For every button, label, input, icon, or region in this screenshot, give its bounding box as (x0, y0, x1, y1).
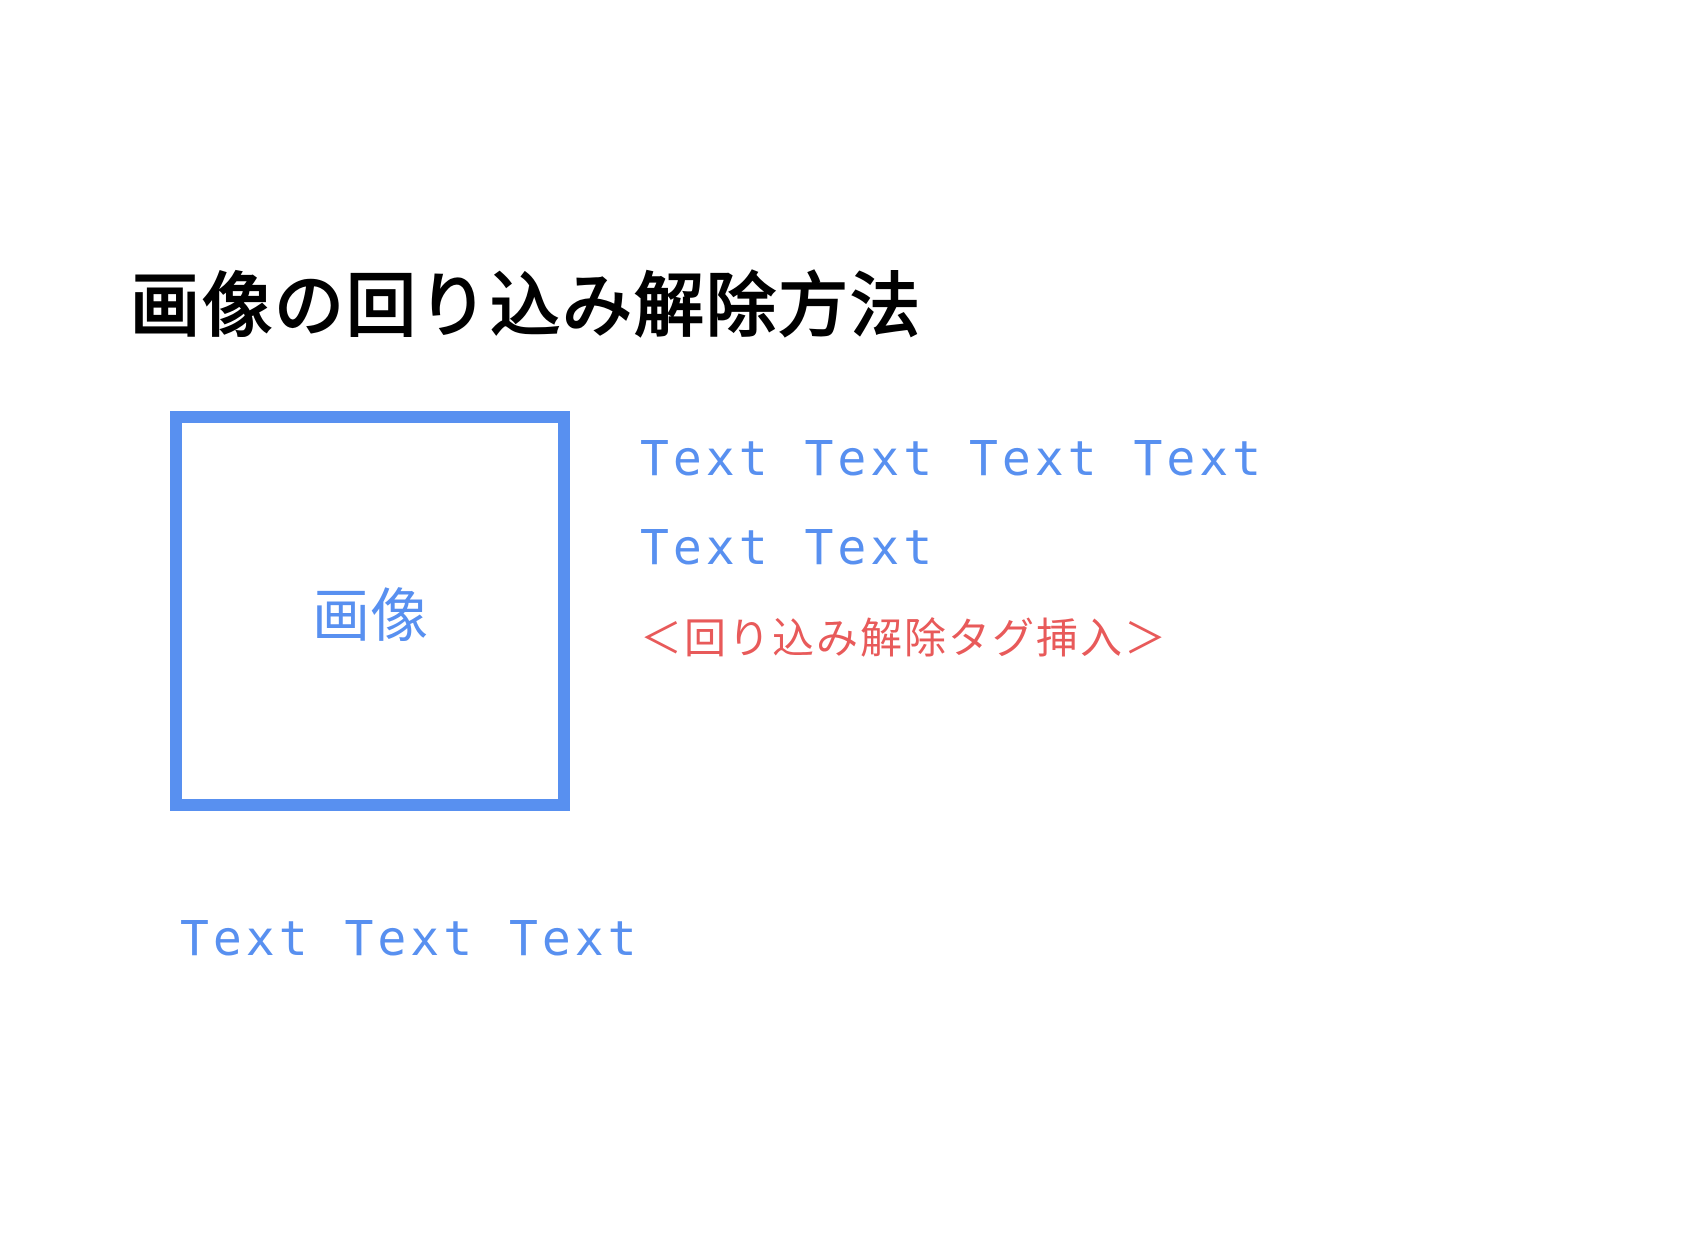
wrap-text-line-2: Text Text (640, 510, 1265, 587)
content-row: 画像 Text Text Text Text Text Text ＜回り込み解除… (130, 411, 1530, 811)
clear-float-tag-label: ＜回り込み解除タグ挿入＞ (640, 605, 1265, 666)
slide-container: 画像の回り込み解除方法 画像 Text Text Text Text Text … (130, 250, 1530, 967)
wrap-text-line-1: Text Text Text Text (640, 421, 1265, 498)
slide-title: 画像の回り込み解除方法 (130, 250, 1530, 351)
image-placeholder-label: 画像 (312, 569, 428, 653)
wrapped-text-block: Text Text Text Text Text Text ＜回り込み解除タグ挿… (640, 411, 1265, 666)
bottom-text-after-clear: Text Text Text (180, 911, 1530, 967)
image-placeholder-box: 画像 (170, 411, 570, 811)
